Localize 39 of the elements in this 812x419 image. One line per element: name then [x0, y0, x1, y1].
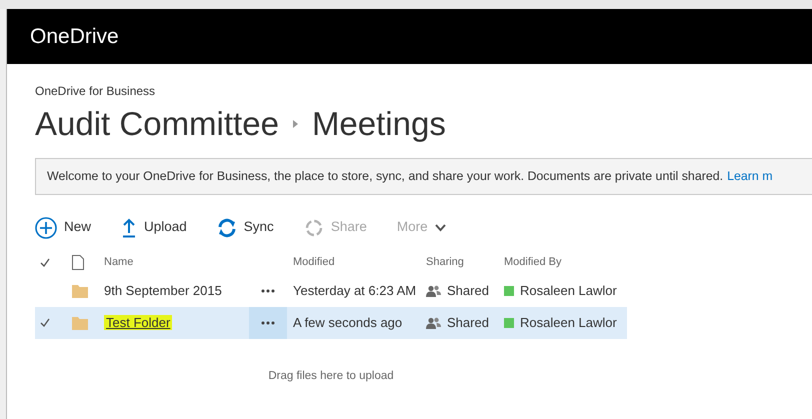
learn-more-link[interactable]: Learn m [727, 166, 773, 186]
people-icon [426, 284, 441, 297]
share-icon [304, 218, 324, 238]
app-title[interactable]: OneDrive [30, 20, 119, 52]
people-icon [426, 316, 441, 329]
more-options-icon[interactable] [261, 320, 275, 325]
document-icon [72, 254, 84, 270]
checkmark-icon[interactable] [40, 258, 50, 267]
checkmark-icon[interactable] [40, 318, 50, 328]
file-row[interactable]: 9th September 2015 Yesterday at 6:23 AM Shared Rosaleen Lawlor [35, 274, 627, 307]
sharing-status: Shared [447, 314, 489, 332]
sync-button[interactable]: Sync [216, 215, 274, 240]
sharing-status: Shared [447, 282, 489, 300]
column-header[interactable]: Modified [293, 256, 335, 268]
upload-icon [121, 218, 138, 238]
drop-hint: Drag files here to upload [268, 370, 394, 382]
user-name[interactable]: Rosaleen Lawlor [520, 280, 617, 300]
sync-icon [216, 218, 237, 238]
column-header[interactable]: Sharing [426, 254, 464, 270]
site-label[interactable]: OneDrive for Business [35, 82, 812, 100]
modified-text: A few seconds ago [293, 314, 402, 330]
add-icon [35, 216, 57, 239]
user-name[interactable]: Rosaleen Lawlor [520, 312, 617, 332]
folder-icon [72, 284, 88, 298]
breadcrumb-item[interactable]: Audit Committee [35, 104, 279, 144]
chevron-right-icon [292, 120, 298, 128]
file-row[interactable]: Test Folder A few seconds ago Shared Rosaleen Lawlor [35, 306, 627, 339]
chevron-down-icon [434, 224, 446, 232]
new-button[interactable]: New [35, 214, 92, 241]
upload-button[interactable]: Upload [121, 215, 187, 240]
column-header[interactable]: Name [104, 256, 134, 268]
column-header[interactable]: Modified By [504, 254, 562, 270]
file-name[interactable]: Test Folder [104, 314, 172, 330]
breadcrumb-item[interactable]: Meetings [312, 104, 446, 144]
modified-text: Yesterday at 6:23 AM [293, 282, 416, 298]
file-name[interactable]: 9th September 2015 [104, 282, 222, 298]
banner-text: Welcome to your OneDrive for Business, the place to store, sync, and share your work. Documents are private until shared. [47, 168, 724, 185]
more-options-icon[interactable] [261, 288, 275, 293]
folder-icon [72, 316, 88, 330]
